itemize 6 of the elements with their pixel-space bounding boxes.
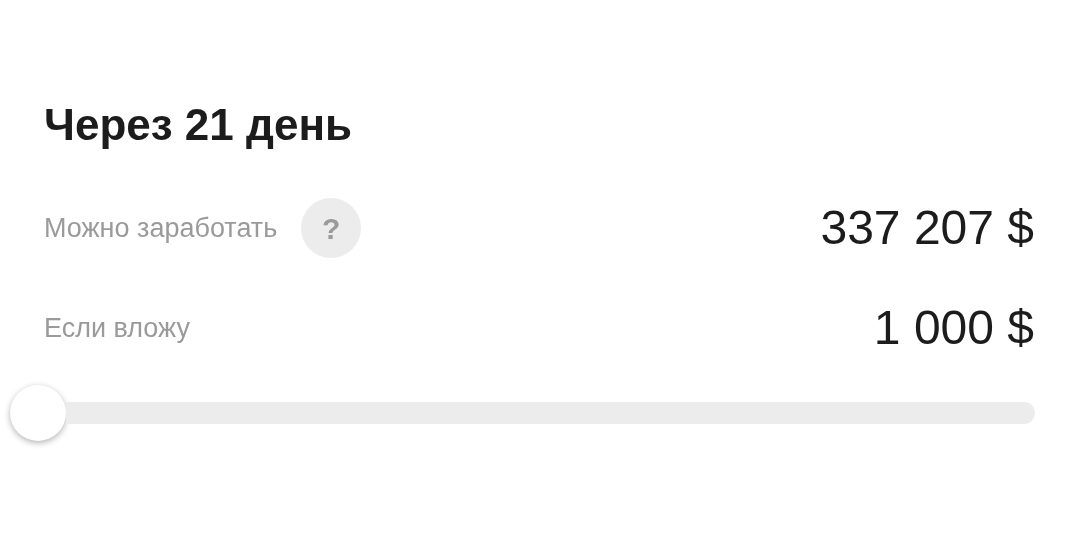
amount-value: 337 207 $	[820, 200, 1034, 256]
section-title: Через 21 день	[44, 99, 354, 151]
field-label: Можно заработать	[44, 211, 278, 245]
help-button[interactable]: ?	[301, 198, 362, 258]
field-label: Если вложу	[44, 311, 190, 345]
amount-value: 1 000 $	[873, 300, 1034, 356]
